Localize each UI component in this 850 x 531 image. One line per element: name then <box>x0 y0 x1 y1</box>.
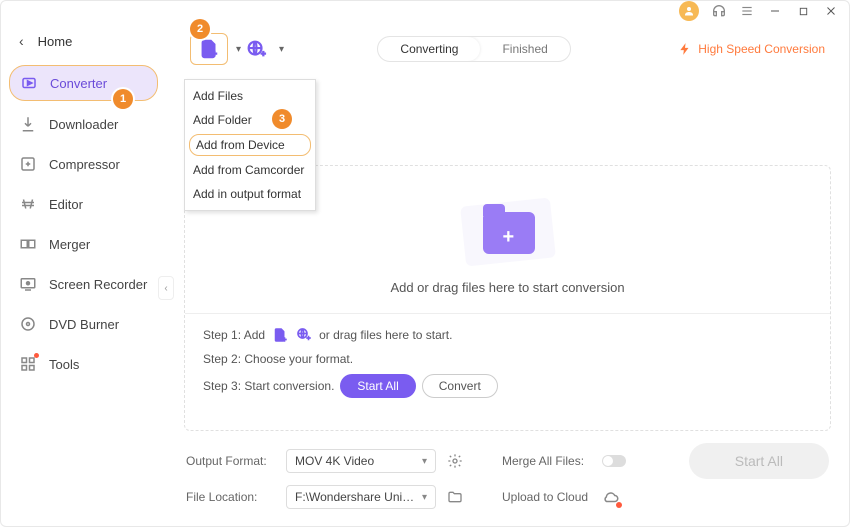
folder-illustration: + <box>453 198 563 268</box>
chevron-down-icon[interactable]: ▾ <box>236 44 241 55</box>
dropdown-item-add-from-camcorder[interactable]: Add from Camcorder <box>185 158 315 182</box>
add-url-button[interactable]: ▾ <box>242 35 270 63</box>
output-format-select[interactable]: MOV 4K Video ▾ <box>286 449 436 473</box>
drop-zone-text: Add or drag files here to start conversi… <box>390 280 624 295</box>
start-all-button-inline[interactable]: Start All <box>340 374 415 398</box>
lightning-icon <box>678 42 692 56</box>
tab-finished[interactable]: Finished <box>480 37 569 61</box>
dropdown-item-add-files[interactable]: Add Files <box>185 84 315 108</box>
menu-icon[interactable] <box>739 3 755 19</box>
dropdown-item-add-folder[interactable]: Add Folder <box>185 108 315 132</box>
avatar[interactable] <box>679 1 699 21</box>
file-add-icon <box>271 326 289 344</box>
merge-all-label: Merge All Files: <box>502 454 592 468</box>
chevron-down-icon: ▾ <box>422 492 427 503</box>
chevron-down-icon[interactable]: ▾ <box>279 44 284 55</box>
add-files-dropdown: Add Files Add Folder Add from Device Add… <box>184 79 316 211</box>
sidebar-item-compressor[interactable]: Compressor <box>9 147 158 181</box>
upload-cloud-label: Upload to Cloud <box>502 490 592 504</box>
output-format-label: Output Format: <box>186 454 276 468</box>
downloader-icon <box>19 115 37 133</box>
step-3: Step 3: Start conversion. Start All Conv… <box>203 374 812 398</box>
sidebar-item-label: DVD Burner <box>49 317 119 332</box>
sidebar-item-merger[interactable]: Merger <box>9 227 158 261</box>
file-location-label: File Location: <box>186 490 276 504</box>
merger-icon <box>19 235 37 253</box>
high-speed-conversion-link[interactable]: High Speed Conversion <box>678 42 825 56</box>
support-icon[interactable] <box>711 3 727 19</box>
sidebar-item-label: Compressor <box>49 157 120 172</box>
back-icon: ‹ <box>19 33 24 49</box>
minimize-icon[interactable] <box>767 3 783 19</box>
editor-icon <box>19 195 37 213</box>
sidebar-item-converter[interactable]: Converter <box>9 65 158 101</box>
home-link[interactable]: ‹ Home <box>9 29 158 65</box>
sidebar-item-dvdburner[interactable]: DVD Burner <box>9 307 158 341</box>
sidebar-item-label: Merger <box>49 237 90 252</box>
annotation-1: 1 <box>113 89 133 109</box>
folder-open-icon[interactable] <box>446 488 464 506</box>
sidebar-item-screenrecorder[interactable]: Screen Recorder <box>9 267 158 301</box>
titlebar <box>1 1 849 21</box>
dvd-icon <box>19 315 37 333</box>
compressor-icon <box>19 155 37 173</box>
settings-icon[interactable] <box>446 452 464 470</box>
start-all-button[interactable]: Start All <box>689 443 829 479</box>
dropdown-item-add-in-output-format[interactable]: Add in output format <box>185 182 315 206</box>
tab-converting[interactable]: Converting <box>378 37 480 61</box>
merge-all-toggle[interactable] <box>602 455 626 467</box>
converter-icon <box>20 74 38 92</box>
sidebar-item-label: Tools <box>49 357 79 372</box>
tab-switch: Converting Finished <box>377 36 570 62</box>
sidebar-item-label: Screen Recorder <box>49 277 147 292</box>
sidebar-item-label: Downloader <box>49 117 118 132</box>
step-1: Step 1: Add or drag files here to start. <box>203 326 812 344</box>
maximize-icon[interactable] <box>795 3 811 19</box>
sidebar-item-editor[interactable]: Editor <box>9 187 158 221</box>
annotation-2: 2 <box>190 19 210 39</box>
file-location-select[interactable]: F:\Wondershare UniConverter 1 ▾ <box>286 485 436 509</box>
step-2: Step 2: Choose your format. <box>203 352 812 366</box>
home-label: Home <box>38 34 73 49</box>
tools-icon <box>19 355 37 373</box>
footer: Output Format: MOV 4K Video ▾ Merge All … <box>184 431 831 531</box>
dropdown-item-add-from-device[interactable]: Add from Device <box>189 134 311 156</box>
sidebar-item-tools[interactable]: Tools <box>9 347 158 381</box>
cloud-icon[interactable] <box>602 488 620 506</box>
sidebar-item-label: Converter <box>50 76 107 91</box>
sidebar-item-downloader[interactable]: Downloader <box>9 107 158 141</box>
close-icon[interactable] <box>823 3 839 19</box>
chevron-down-icon: ▾ <box>422 456 427 467</box>
screenrec-icon <box>19 275 37 293</box>
url-add-icon <box>295 326 313 344</box>
sidebar-item-label: Editor <box>49 197 83 212</box>
annotation-3: 3 <box>272 109 292 129</box>
sidebar: ‹ Home Converter Downloader Compressor <box>1 21 166 531</box>
convert-button-inline[interactable]: Convert <box>422 374 498 398</box>
